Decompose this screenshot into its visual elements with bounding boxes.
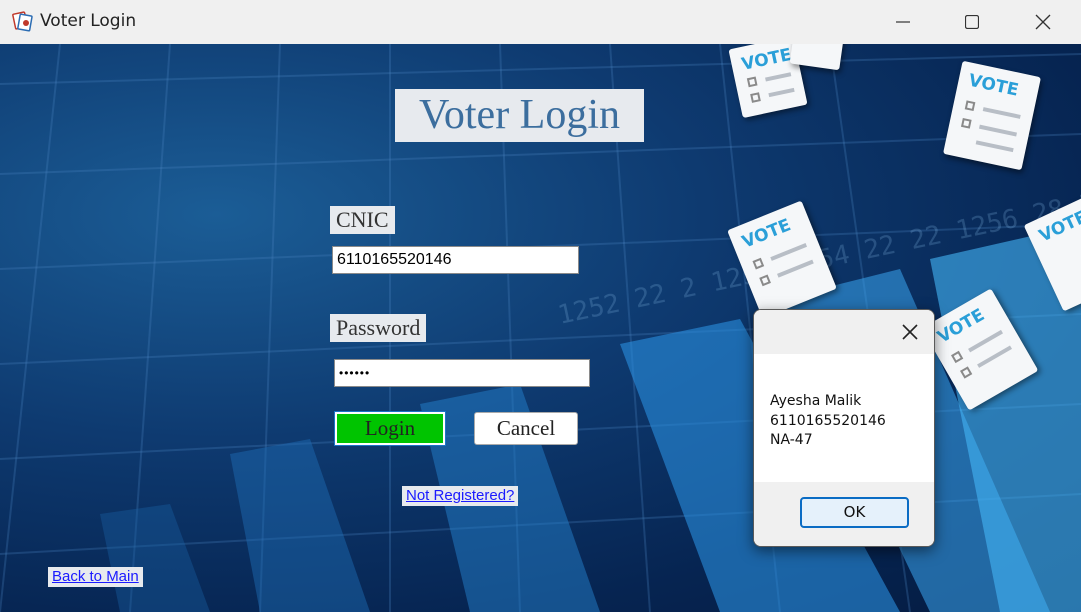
ballot-line — [765, 72, 792, 82]
voter-cnic: 6110165520146 — [770, 412, 886, 429]
ballot-app-icon — [12, 11, 33, 32]
password-input[interactable]: •••••• — [334, 359, 590, 387]
close-window-button[interactable] — [1008, 0, 1078, 44]
cnic-input[interactable]: 6110165520146 — [332, 246, 579, 274]
checkbox-icon — [960, 366, 973, 379]
maximize-button[interactable] — [937, 0, 1007, 44]
close-icon — [902, 324, 918, 340]
checkbox-icon — [746, 76, 758, 88]
window-title: Voter Login — [40, 11, 137, 31]
password-label: Password — [330, 314, 427, 342]
voter-constituency: NA-47 — [770, 432, 813, 448]
minimize-button[interactable] — [868, 0, 938, 44]
checkbox-icon — [752, 257, 765, 270]
ballot-line — [968, 329, 1003, 353]
vote-text: VOTE — [739, 44, 794, 75]
ballot-line — [768, 87, 795, 98]
ballot-line — [982, 107, 1021, 119]
login-button[interactable]: Login — [334, 411, 446, 446]
dialog-message: Ayesha Malik 6110165520146 NA-47 — [770, 392, 886, 451]
ok-button[interactable]: OK — [800, 497, 909, 528]
maximize-icon — [965, 15, 979, 29]
vote-text: VOTE — [739, 215, 794, 253]
ballot-line — [777, 259, 814, 278]
title-bar: Voter Login — [0, 0, 1081, 44]
checkbox-icon — [750, 92, 761, 103]
ballot-line — [977, 345, 1012, 368]
voter-name: Ayesha Malik — [770, 393, 862, 409]
minimize-icon — [896, 21, 910, 23]
back-to-main-link[interactable]: Back to Main — [48, 567, 143, 587]
message-dialog: Ayesha Malik 6110165520146 NA-47 OK — [753, 309, 935, 547]
ballot-line — [770, 242, 808, 261]
cnic-label: CNIC — [330, 206, 395, 234]
checkbox-icon — [960, 117, 972, 129]
cancel-button[interactable]: Cancel — [474, 412, 578, 445]
checkbox-icon — [964, 100, 976, 112]
checkbox-icon — [951, 350, 964, 364]
page-title: Voter Login — [395, 89, 644, 142]
not-registered-link[interactable]: Not Registered? — [402, 486, 519, 506]
ballot-line — [975, 140, 1014, 153]
close-icon — [1035, 14, 1051, 30]
dialog-close-button[interactable] — [898, 320, 922, 344]
ballot-line — [978, 124, 1017, 137]
vote-text: VOTE — [966, 70, 1021, 101]
checkbox-icon — [759, 274, 771, 287]
